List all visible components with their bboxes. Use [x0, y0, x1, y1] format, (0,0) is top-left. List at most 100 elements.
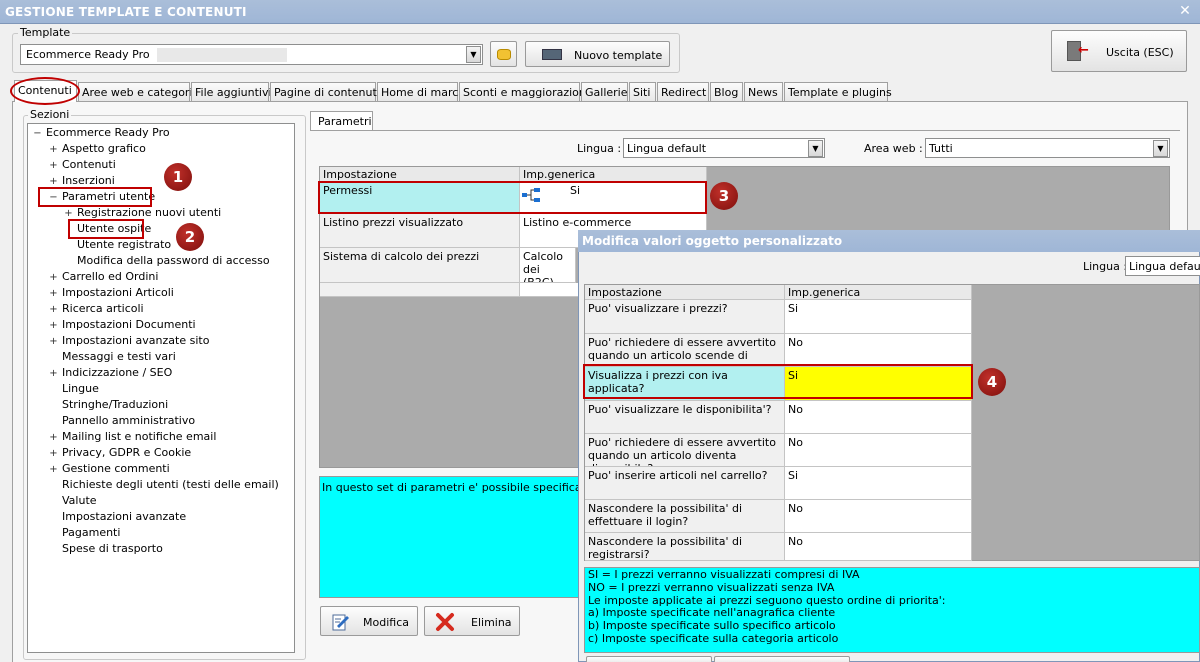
- tree-node-label: Carrello ed Ordini: [62, 270, 159, 283]
- tree-node[interactable]: Pagamenti: [48, 526, 120, 540]
- new-template-button[interactable]: Nuovo template: [525, 41, 670, 67]
- template-select[interactable]: Ecommerce Ready Pro ▼: [20, 44, 483, 65]
- delete-button[interactable]: Elimina: [424, 606, 520, 636]
- table-row-value[interactable]: No: [785, 533, 972, 561]
- column-header[interactable]: Imp.generica: [520, 167, 707, 182]
- column-header[interactable]: Impostazione: [320, 167, 520, 182]
- tree-node[interactable]: + Aspetto grafico: [48, 142, 146, 156]
- tree-node[interactable]: + Impostazioni Documenti: [48, 318, 195, 333]
- close-icon[interactable]: ✕: [1176, 3, 1194, 20]
- table-row-value[interactable]: Calcolo dei (B2C): [520, 248, 576, 283]
- table-row-setting[interactable]: Sistema di calcolo dei prezzi: [320, 248, 520, 283]
- expand-icon[interactable]: +: [48, 431, 59, 445]
- table-row-setting[interactable]: Puo' richiedere di essere avvertito quan…: [585, 334, 785, 367]
- tab-home-marca[interactable]: Home di marca: [377, 82, 465, 101]
- expand-icon[interactable]: +: [48, 319, 59, 333]
- tree-node[interactable]: + Privacy, GDPR e Cookie: [48, 446, 191, 460]
- tab-news[interactable]: News: [744, 82, 783, 101]
- dialog-lingua-select[interactable]: Lingua default: [1125, 256, 1200, 276]
- tree-node[interactable]: + Contenuti: [48, 158, 116, 173]
- modify-label: Modifica: [363, 616, 409, 629]
- tree-node[interactable]: Impostazioni avanzate: [48, 510, 186, 524]
- tree-node-label: Modifica della password di accesso: [77, 254, 270, 267]
- tree-node[interactable]: + Carrello ed Ordini: [48, 270, 158, 284]
- tree-node[interactable]: Utente registrato: [63, 238, 171, 252]
- tree-node[interactable]: Messaggi e testi vari: [48, 350, 176, 364]
- tree-node[interactable]: Valute: [48, 494, 97, 508]
- tab-template-plugins[interactable]: Template e plugins: [784, 82, 892, 101]
- tree-node-label: Impostazioni Articoli: [62, 286, 174, 299]
- area-web-select[interactable]: Tutti ▼: [925, 138, 1170, 158]
- tree-node[interactable]: + Gestione commenti: [48, 462, 169, 477]
- chevron-down-icon[interactable]: ▼: [1153, 140, 1168, 157]
- dialog-button[interactable]: [714, 656, 850, 662]
- expand-icon[interactable]: +: [48, 303, 59, 317]
- tree-node[interactable]: + Registrazione nuovi utenti: [63, 206, 221, 220]
- tree-node[interactable]: Pannello amministrativo: [48, 414, 195, 428]
- expand-icon[interactable]: +: [48, 463, 59, 477]
- tree-node[interactable]: + Impostazioni Articoli: [48, 286, 174, 300]
- table-row-setting[interactable]: Nascondere la possibilita' di registrars…: [585, 533, 785, 561]
- lingua-select[interactable]: Lingua default ▼: [623, 138, 825, 158]
- expand-icon[interactable]: +: [48, 447, 59, 461]
- tree-node[interactable]: Stringhe/Traduzioni: [48, 398, 168, 412]
- table-row-setting[interactable]: Listino prezzi visualizzato: [320, 214, 520, 248]
- table-row-value[interactable]: Si: [785, 467, 972, 500]
- sections-legend: Sezioni: [28, 108, 72, 121]
- tree-node[interactable]: − Ecommerce Ready Pro: [32, 126, 169, 141]
- collapse-icon[interactable]: −: [32, 127, 43, 141]
- table-row-value[interactable]: Si: [785, 300, 972, 334]
- tree-node-label: Ricerca articoli: [62, 302, 144, 315]
- table-row-setting[interactable]: Puo' inserire articoli nel carrello?: [585, 467, 785, 500]
- modify-button[interactable]: Modifica: [320, 606, 418, 636]
- table-row-value[interactable]: No: [785, 434, 972, 467]
- tab-pagine-contenuti[interactable]: Pagine di contenuti: [270, 82, 380, 101]
- tab-redirect[interactable]: Redirect: [657, 82, 709, 101]
- tab-aree-web[interactable]: Aree web e categorie: [78, 82, 199, 101]
- tree-node-label: Aspetto grafico: [62, 142, 146, 155]
- tree-node[interactable]: Modifica della password di accesso: [63, 254, 270, 268]
- dialog-settings-grid[interactable]: Impostazione Imp.generica Puo' visualizz…: [584, 284, 1200, 561]
- tab-sconti[interactable]: Sconti e maggiorazioni: [459, 82, 589, 101]
- tab-file-aggiuntivi[interactable]: File aggiuntivi: [191, 82, 272, 101]
- tree-node[interactable]: + Inserzioni: [48, 174, 115, 188]
- tab-blog[interactable]: Blog: [710, 82, 743, 101]
- column-header[interactable]: Imp.generica: [785, 285, 972, 300]
- table-row-setting[interactable]: Nascondere la possibilita' di effettuare…: [585, 500, 785, 533]
- tree-node[interactable]: Lingue: [48, 382, 99, 396]
- tab-parametri[interactable]: Parametri: [310, 111, 373, 131]
- tree-node[interactable]: + Ricerca articoli: [48, 302, 144, 317]
- expand-icon[interactable]: +: [48, 287, 59, 301]
- dialog-button[interactable]: [586, 656, 712, 662]
- table-row-setting[interactable]: Puo' visualizzare le disponibilita'?: [585, 401, 785, 434]
- database-button[interactable]: [490, 41, 517, 67]
- expand-icon[interactable]: +: [48, 143, 59, 157]
- tree-node[interactable]: + Indicizzazione / SEO: [48, 366, 172, 380]
- table-row-value[interactable]: No: [785, 500, 972, 533]
- table-row-setting[interactable]: Puo' richiedere di essere avvertito quan…: [585, 434, 785, 467]
- tree-node-label: Utente registrato: [77, 238, 172, 251]
- dialog-titlebar: Modifica valori oggetto personalizzato: [578, 230, 1200, 252]
- tab-siti[interactable]: Siti: [629, 82, 656, 101]
- expand-icon[interactable]: +: [48, 271, 59, 285]
- expand-icon[interactable]: +: [48, 367, 59, 381]
- expand-icon[interactable]: +: [48, 335, 59, 349]
- exit-button[interactable]: ← Uscita (ESC): [1051, 30, 1187, 72]
- tree-node[interactable]: Richieste degli utenti (testi delle emai…: [48, 478, 279, 492]
- delete-label: Elimina: [471, 616, 512, 629]
- table-row-value[interactable]: No: [785, 334, 972, 367]
- expand-icon[interactable]: +: [48, 159, 59, 173]
- chevron-down-icon[interactable]: ▼: [808, 140, 823, 157]
- column-header[interactable]: Impostazione: [585, 285, 785, 300]
- tree-node[interactable]: + Impostazioni avanzate sito: [48, 334, 209, 348]
- table-row-value[interactable]: No: [785, 401, 972, 434]
- tree-node[interactable]: + Mailing list e notifiche email: [48, 430, 216, 444]
- tree-node-label: Pagamenti: [62, 526, 121, 539]
- table-row-setting[interactable]: Puo' visualizzare i prezzi?: [585, 300, 785, 334]
- tree-node-label: Contenuti: [62, 158, 116, 171]
- tree-node-label: Spese di trasporto: [62, 542, 163, 555]
- chevron-down-icon[interactable]: ▼: [466, 46, 481, 63]
- tree-node[interactable]: Spese di trasporto: [48, 542, 163, 556]
- tab-gallerie[interactable]: Gallerie: [581, 82, 628, 101]
- dialog-lingua-value: Lingua default: [1129, 260, 1200, 273]
